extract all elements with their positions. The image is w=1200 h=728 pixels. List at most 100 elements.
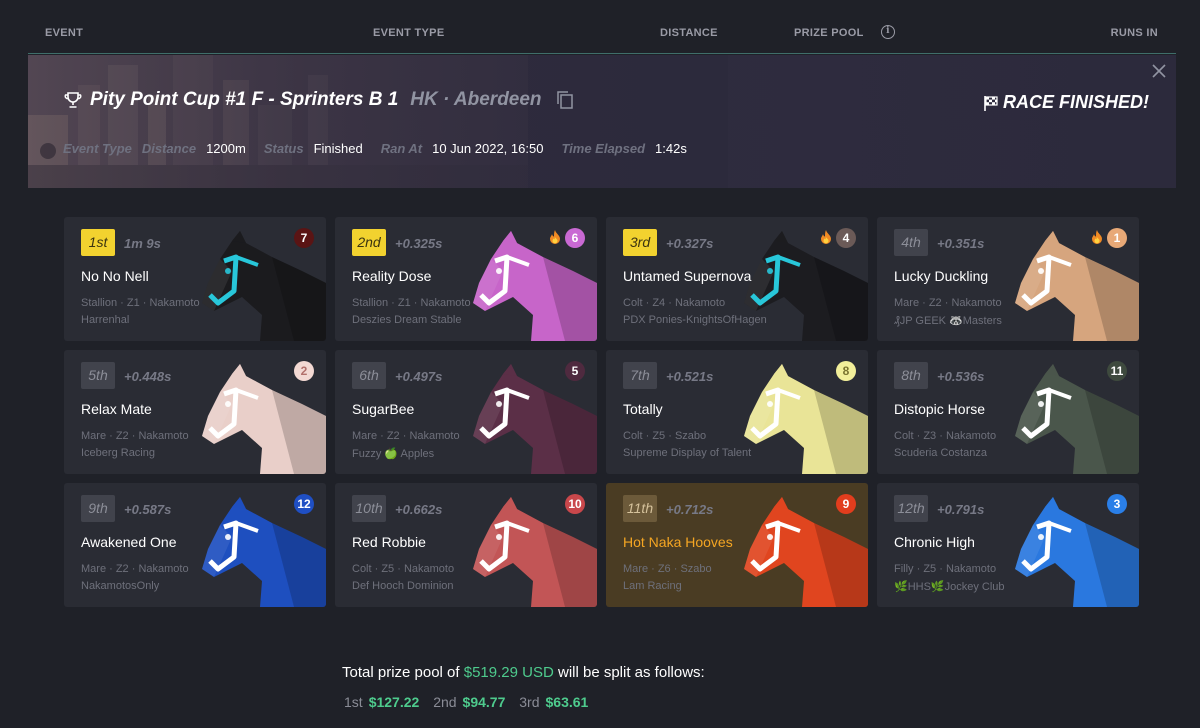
stable-name: Harrenhal <box>81 314 130 326</box>
result-card[interactable]: 5th +0.448s Relax Mate Mare · Z2 · Nakamoto… <box>64 350 326 474</box>
stable-name: PDX Ponies-KnightsOfHagen <box>623 314 767 326</box>
horse-name: Totally <box>623 401 663 417</box>
stable-name: 🌿HHS🌿Jockey Club <box>894 581 1005 593</box>
horse-head-image <box>202 231 326 341</box>
finish-time: 1m 9s <box>124 236 161 251</box>
horse-specs: Stallion · Z1 · Nakamoto <box>81 297 200 309</box>
finish-position-badge: 1st <box>81 229 115 256</box>
event-type-label: Event Type <box>63 141 132 156</box>
horse-specs: Colt · Z4 · Nakamoto <box>623 297 726 309</box>
saddle-number-badge: 3 <box>1107 494 1127 514</box>
horse-specs: Colt · Z5 · Szabo <box>623 430 707 442</box>
trophy-icon <box>64 92 82 108</box>
result-card[interactable]: 2nd +0.325s Reality Dose Stallion · Z1 · Na… <box>335 217 597 341</box>
horse-specs: Colt · Z3 · Nakamoto <box>894 430 997 442</box>
horse-name: No No Nell <box>81 268 149 284</box>
finish-time: +0.497s <box>395 369 443 384</box>
finish-time: +0.712s <box>666 502 714 517</box>
horse-specs: Colt · Z5 · Nakamoto <box>352 563 455 575</box>
finish-time: +0.662s <box>395 502 443 517</box>
result-card[interactable]: 8th +0.536s Distopic Horse Colt · Z3 · Naka… <box>877 350 1139 474</box>
horse-head-image <box>1015 231 1139 341</box>
race-finished-label: RACE FINISHED! <box>1002 92 1149 112</box>
finish-time: +0.791s <box>937 502 985 517</box>
results-grid: 1st 1m 9s No No Nell Stallion · Z1 · Nakamo… <box>64 217 1141 607</box>
prize-prefix: Total prize pool of <box>342 664 460 681</box>
horse-head-image <box>202 364 326 474</box>
result-card[interactable]: 4th +0.351s Lucky Duckling Mare · Z2 · Naka… <box>877 217 1139 341</box>
horse-name: Untamed Supernova <box>623 268 752 284</box>
prize-split: 1st $127.22 2nd $94.77 3rd $63.61 <box>344 694 598 710</box>
saddle-number-badge: 5 <box>565 361 585 381</box>
stable-name: Iceberg Racing <box>81 447 155 459</box>
info-icon[interactable]: i <box>881 25 895 39</box>
saddle-number-badge: 6 <box>565 228 585 248</box>
prize-split-label: 1st <box>344 694 363 710</box>
horse-head-image <box>473 231 597 341</box>
prize-amount: $519.29 USD <box>463 664 554 681</box>
finish-position-badge: 8th <box>894 362 928 389</box>
saddle-number-badge: 1 <box>1107 228 1127 248</box>
event-title: Pity Point Cup #1 F - Sprinters B 1 <box>90 89 399 110</box>
finish-position-badge: 3rd <box>623 229 657 256</box>
horse-name: Chronic High <box>894 534 975 550</box>
result-card[interactable]: 1st 1m 9s No No Nell Stallion · Z1 · Nakamo… <box>64 217 326 341</box>
finish-position-badge: 12th <box>894 495 928 522</box>
prize-split-label: 2nd <box>433 694 457 710</box>
column-distance[interactable]: DISTANCE <box>660 27 718 39</box>
horse-name: SugarBee <box>352 401 415 417</box>
close-icon[interactable] <box>1152 64 1166 78</box>
column-prize-pool[interactable]: PRIZE POOL <box>794 27 864 39</box>
saddle-number-badge: 4 <box>836 228 856 248</box>
horse-head-image <box>202 497 326 607</box>
stable-name: Def Hooch Dominion <box>352 580 454 592</box>
event-title-row: Pity Point Cup #1 F - Sprinters B 1 HK ·… <box>64 89 574 111</box>
time-elapsed-label: Time Elapsed <box>561 141 646 156</box>
time-elapsed-value: 1:42s <box>655 141 687 156</box>
finish-time: +0.327s <box>666 236 714 251</box>
saddle-number-badge: 7 <box>294 228 314 248</box>
stable-name: Fuzzy 🍏 Apples <box>352 448 435 460</box>
result-card[interactable]: 10th +0.662s Red Robbie Colt · Z5 · Nakamot… <box>335 483 597 607</box>
column-event[interactable]: EVENT <box>45 27 83 39</box>
horse-specs: Mare · Z6 · Szabo <box>623 563 712 575</box>
finish-time: +0.587s <box>124 502 172 517</box>
horse-specs: Mare · Z2 · Nakamoto <box>81 430 189 442</box>
horse-specs: Mare · Z2 · Nakamoto <box>352 430 460 442</box>
horse-specs: Filly · Z5 · Nakamoto <box>894 563 997 575</box>
ran-at-value: 10 Jun 2022, 16:50 <box>432 141 544 156</box>
copy-icon[interactable] <box>556 90 574 110</box>
result-card[interactable]: 11th +0.712s Hot Naka Hooves Mare · Z6 · Sz… <box>606 483 868 607</box>
horse-head-image <box>473 497 597 607</box>
finish-position-badge: 2nd <box>352 229 386 256</box>
saddle-number-badge: 10 <box>565 494 585 514</box>
column-event-type[interactable]: EVENT TYPE <box>373 27 444 39</box>
horse-head-image <box>473 364 597 474</box>
result-card[interactable]: 12th +0.791s Chronic High Filly · Z5 · Naka… <box>877 483 1139 607</box>
banner-fade <box>28 55 728 188</box>
prize-split-value: $94.77 <box>462 694 506 710</box>
horse-head-image <box>744 497 868 607</box>
horse-name: Hot Naka Hooves <box>623 534 733 550</box>
checkered-flag-icon <box>984 95 998 111</box>
finish-position-badge: 7th <box>623 362 657 389</box>
horse-name: Distopic Horse <box>894 401 986 417</box>
distance-value: 1200m <box>206 141 246 156</box>
column-runs-in[interactable]: RUNS IN <box>1111 27 1158 39</box>
finish-time: +0.325s <box>395 236 443 251</box>
prize-pool-summary: Total prize pool of $519.29 USD will be … <box>342 664 705 681</box>
event-meta: Event Type Distance 1200m Status Finishe… <box>63 141 705 156</box>
result-card[interactable]: 9th +0.587s Awakened One Mare · Z2 · Nakamo… <box>64 483 326 607</box>
prize-split-label: 3rd <box>519 694 540 710</box>
event-banner: Pity Point Cup #1 F - Sprinters B 1 HK ·… <box>28 55 1176 188</box>
stable-name: Deszies Dream Stable <box>352 314 462 326</box>
horse-name: Lucky Duckling <box>894 268 989 284</box>
result-card[interactable]: 6th +0.497s SugarBee Mare · Z2 · Nakamoto Fu… <box>335 350 597 474</box>
stable-name: ₰JP GEEK 🦝Masters <box>894 315 1002 327</box>
result-card[interactable]: 3rd +0.327s Untamed Supernova Colt · Z4 · N… <box>606 217 868 341</box>
flame-icon <box>1092 230 1102 244</box>
saddle-number-badge: 8 <box>836 361 856 381</box>
flame-icon <box>821 230 831 244</box>
result-card[interactable]: 7th +0.521s Totally Colt · Z5 · Szabo Suprem… <box>606 350 868 474</box>
race-finished-status: RACE FINISHED! <box>983 92 1149 113</box>
